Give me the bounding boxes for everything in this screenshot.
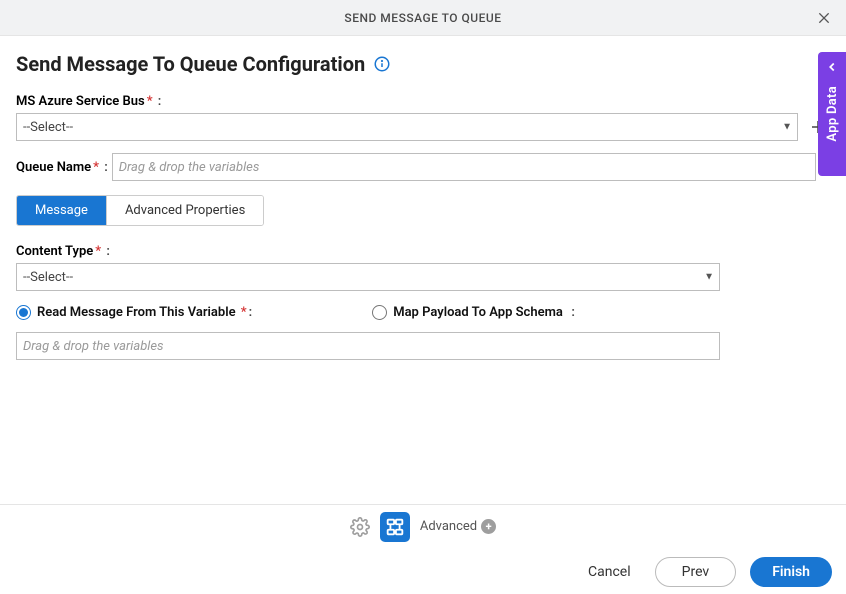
read-from-variable-radio-input[interactable] bbox=[16, 305, 31, 320]
info-icon[interactable] bbox=[373, 55, 391, 73]
dialog-header: SEND MESSAGE TO QUEUE bbox=[0, 0, 846, 36]
advanced-label: Advanced bbox=[420, 519, 477, 534]
page-title: Send Message To Queue Configuration bbox=[16, 52, 365, 76]
prev-button[interactable]: Prev bbox=[655, 557, 737, 587]
azure-bus-select[interactable]: --Select-- bbox=[16, 113, 798, 141]
schema-button[interactable] bbox=[380, 512, 410, 542]
read-variable-input[interactable] bbox=[16, 332, 720, 360]
settings-button[interactable] bbox=[350, 517, 370, 537]
read-from-variable-label: Read Message From This Variable *: bbox=[37, 305, 252, 320]
footer-toolbar: Advanced + bbox=[0, 504, 846, 548]
tab-advanced-properties[interactable]: Advanced Properties bbox=[106, 196, 263, 225]
footer-buttons: Cancel Prev Finish bbox=[578, 556, 832, 588]
content-type-select[interactable]: --Select-- bbox=[16, 263, 720, 291]
app-data-tab[interactable]: App Data bbox=[818, 52, 846, 176]
tab-message[interactable]: Message bbox=[17, 196, 106, 225]
content-area: Send Message To Queue Configuration MS A… bbox=[0, 36, 846, 504]
gear-icon bbox=[350, 517, 370, 537]
queue-name-input[interactable] bbox=[112, 153, 816, 181]
chevron-left-icon bbox=[825, 60, 839, 74]
map-payload-radio-input[interactable] bbox=[372, 305, 387, 320]
cancel-button[interactable]: Cancel bbox=[578, 556, 641, 588]
azure-bus-label: MS Azure Service Bus* : bbox=[16, 94, 161, 109]
map-payload-label: Map Payload To App Schema : bbox=[393, 305, 575, 320]
dialog-title: SEND MESSAGE TO QUEUE bbox=[344, 11, 501, 25]
schema-icon bbox=[384, 516, 406, 538]
close-icon bbox=[816, 10, 832, 26]
advanced-link[interactable]: Advanced + bbox=[420, 519, 496, 534]
read-from-variable-radio[interactable]: Read Message From This Variable *: bbox=[16, 305, 252, 320]
tabs: Message Advanced Properties bbox=[16, 195, 264, 226]
plus-circle-icon: + bbox=[481, 519, 496, 534]
app-data-label: App Data bbox=[825, 86, 840, 142]
queue-name-label: Queue Name* : bbox=[16, 160, 108, 175]
map-payload-radio[interactable]: Map Payload To App Schema : bbox=[372, 305, 575, 320]
content-type-label: Content Type* : bbox=[16, 244, 110, 259]
close-button[interactable] bbox=[812, 6, 836, 30]
finish-button[interactable]: Finish bbox=[750, 557, 832, 587]
